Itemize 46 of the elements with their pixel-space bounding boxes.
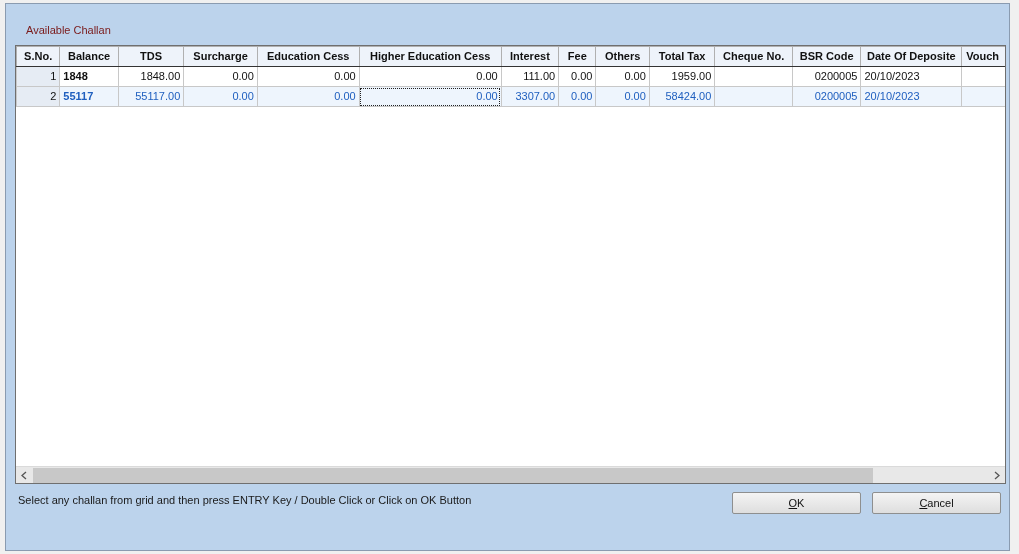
column-header[interactable]: Vouch (961, 46, 1005, 67)
table-cell: 20/10/2023 (860, 86, 962, 107)
column-header[interactable]: Balance (59, 46, 119, 67)
column-header[interactable]: Surcharge (183, 46, 258, 67)
table-cell: 0.00 (558, 66, 596, 87)
table-cell: 1959.00 (649, 66, 715, 87)
table-cell: 0.00 (595, 66, 650, 87)
table-cell: 0.00 (257, 86, 360, 107)
cancel-button[interactable]: Cancel (872, 492, 1001, 514)
table-cell: 0.00 (183, 86, 258, 107)
column-header[interactable]: Higher Education Cess (359, 46, 502, 67)
table-cell: 0200005 (792, 86, 861, 107)
column-header[interactable]: BSR Code (792, 46, 861, 67)
ok-button[interactable]: OK (732, 492, 861, 514)
column-header[interactable]: TDS (118, 46, 184, 67)
table-cell: 3307.00 (501, 86, 559, 107)
table-cell: 0.00 (558, 86, 596, 107)
table-cell: 0.00 (359, 66, 502, 87)
dialog-title: Available Challan (26, 24, 111, 36)
table-cell: 0.00 (595, 86, 650, 107)
instruction-text: Select any challan from grid and then press ENTRY Key / Double Click or Click on OK Button (18, 493, 473, 508)
table-cell: 55117.00 (118, 86, 184, 107)
table-cell: 1848.00 (118, 66, 184, 87)
table-cell: 58424.00 (649, 86, 715, 107)
column-header[interactable]: Others (595, 46, 650, 67)
column-header[interactable]: Total Tax (649, 46, 715, 67)
column-header[interactable]: Cheque No. (714, 46, 793, 67)
table-cell: 111.00 (501, 66, 559, 87)
table-cell: 1848 (59, 66, 119, 87)
table-cell: 20/10/2023 (860, 66, 962, 87)
table-cell: 0.00 (359, 86, 502, 107)
table-row[interactable]: 1 1848 1848.00 0.00 0.00 0.00 111.00 0.00 0.00 1959.00 0200005 20/10/2023 (16, 66, 1005, 87)
table-cell: 0.00 (257, 66, 360, 87)
row-number: 2 (16, 86, 60, 107)
row-number: 1 (16, 66, 60, 87)
column-header[interactable]: Education Cess (257, 46, 360, 67)
scrollbar-thumb[interactable] (33, 467, 873, 483)
column-header[interactable]: S.No. (16, 46, 60, 67)
column-header[interactable]: Interest (501, 46, 559, 67)
table-cell: 0.00 (183, 66, 258, 87)
column-header[interactable]: Date Of Deposite (860, 46, 962, 67)
horizontal-scrollbar[interactable] (16, 466, 1005, 483)
column-header[interactable]: Fee (558, 46, 596, 67)
table-cell: 0200005 (792, 66, 861, 87)
table-row[interactable]: 2 55117 55117.00 0.00 0.00 0.00 3307.00 0.00 0.00 58424.00 0200005 20/10/2023 (16, 86, 1005, 107)
table-cell: 55117 (59, 86, 119, 107)
